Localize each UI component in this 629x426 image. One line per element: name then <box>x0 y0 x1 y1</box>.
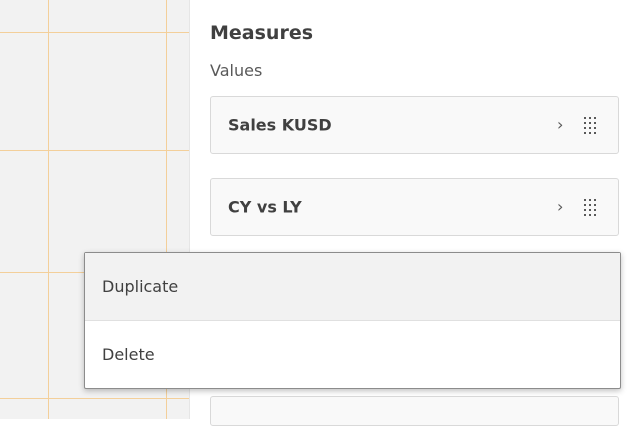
chevron-right-icon[interactable]: › <box>557 197 563 216</box>
grid-line <box>0 150 189 151</box>
chevron-right-icon[interactable]: › <box>557 115 563 134</box>
context-menu: Duplicate Delete <box>84 252 621 389</box>
measure-item-cy-vs-ly[interactable]: CY vs LY › <box>210 178 619 236</box>
measures-heading: Measures <box>210 22 314 44</box>
measure-item-partial[interactable] <box>210 396 619 426</box>
drag-handle-icon[interactable] <box>581 196 603 218</box>
measure-label: Sales KUSD <box>228 115 332 135</box>
menu-item-delete[interactable]: Delete <box>85 321 620 388</box>
menu-item-duplicate[interactable]: Duplicate <box>85 253 620 320</box>
grid-line <box>0 398 189 399</box>
measure-item-sales-kusd[interactable]: Sales KUSD › <box>210 96 619 154</box>
values-subheading: Values <box>210 61 263 80</box>
grid-line <box>48 0 49 419</box>
grid-line <box>0 32 189 33</box>
drag-handle-icon[interactable] <box>581 114 603 136</box>
measure-label: CY vs LY <box>228 197 302 217</box>
